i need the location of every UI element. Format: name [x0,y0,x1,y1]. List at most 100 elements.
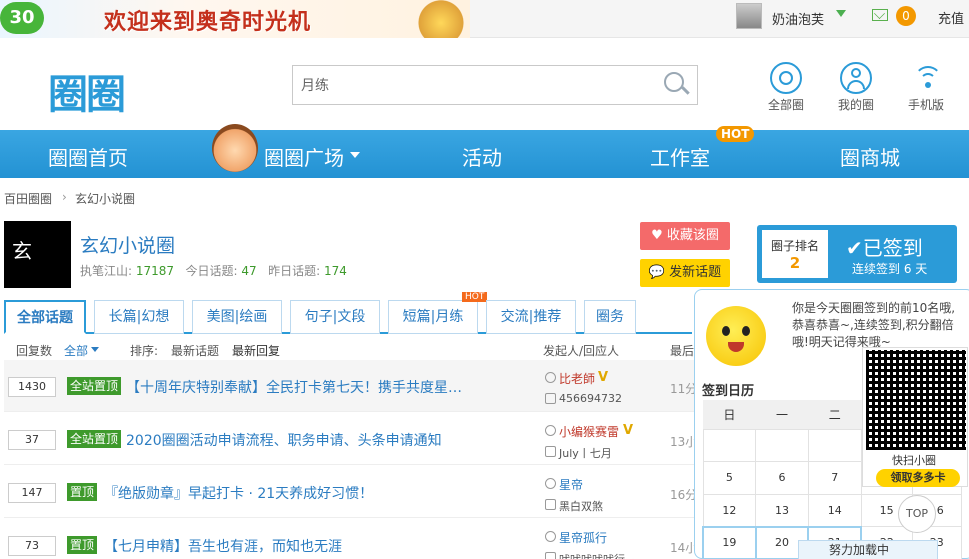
last-replier[interactable]: July丨七月 [559,445,612,461]
comment-icon [545,499,556,510]
stat-label: 昨日话题: [268,264,321,278]
site-logo[interactable]: 圈圈 [48,62,126,120]
mobile-label[interactable]: 手机版 [896,96,956,113]
search-icon[interactable] [664,72,684,92]
rank-box: 圈子排名 2 [762,230,828,278]
filter-dropdown[interactable]: 全部 [64,342,88,359]
claim-card-button[interactable]: 领取多多卡 [876,469,960,487]
pinned-badge: 置顶 [67,536,98,554]
favorite-label: 收藏该圈 [666,228,719,243]
loading-label: 努力加载中 [829,543,890,557]
col-author: 发起人/回应人 [543,344,620,358]
weekday: 日 [703,400,756,430]
calendar-day: 13 [755,493,809,528]
calendar-day-signed: 19 [702,525,757,559]
tab-short-monthly[interactable]: 短篇|月练 [388,300,478,334]
sort-latest-reply[interactable]: 最新回复 [232,342,280,359]
banner-character-image [412,0,470,38]
sort-latest-topic[interactable]: 最新话题 [171,342,219,359]
breadcrumb-current[interactable]: 玄幻小说圈 [75,190,135,207]
tab-all[interactable]: 全部话题 [4,300,86,334]
topic-title[interactable]: 2020圈圈活动申请流程、职务申请、头条申请通知 [126,430,442,450]
all-circles-icon[interactable] [770,62,802,94]
mail-icon[interactable] [872,9,888,21]
user-icon[interactable] [840,62,872,94]
recharge-link[interactable]: 充值 [938,8,964,27]
smiley-icon [706,306,766,366]
tab-art[interactable]: 美图|绘画 [192,300,282,334]
last-replier[interactable]: 黑白双煞 [559,498,603,514]
stat-value: 174 [324,264,347,278]
search-input[interactable] [301,74,651,96]
stat-value: 47 [241,264,257,278]
last-replier[interactable]: 吠吠吠吠吠行~ [559,551,634,559]
topic-author[interactable]: 星帝 [559,476,583,493]
topic-author[interactable]: 小编猴赛雷 [559,423,619,440]
comment-icon [545,393,556,404]
mascot-icon [212,124,258,172]
comment-icon [545,446,556,457]
favorite-circle-button[interactable]: ♥ 收藏该圈 [640,222,730,250]
qr-label: 快扫小圈 [892,454,936,467]
user-icon [545,478,556,489]
nav-shop[interactable]: 圈商城 [840,142,900,171]
reply-count: 1430 [8,377,56,397]
col-last: 最后 [670,344,695,358]
user-avatar[interactable] [736,3,762,29]
topic-title[interactable]: 【十周年庆特别奉献】全民打卡第七天！携手共度星… [126,377,462,397]
weekday: 二 [808,400,862,430]
calendar-day: 5 [702,461,757,495]
weekday: 一 [755,400,809,430]
topic-author[interactable]: 星帝孤行 [559,529,607,546]
tab-affairs[interactable]: 圈务 [584,300,636,334]
signed-status: ✔已签到 [846,232,923,261]
back-to-top-button[interactable]: TOP [898,495,936,533]
pinned-badge: 全站置顶 [67,377,122,395]
col-reply-count: 回复数 [16,344,53,358]
popup-message: 你是今天圈圈签到的前10名哦,恭喜恭喜~,连续签到,积分翻倍哦!明天记得来哦~ [792,301,956,349]
signed-label: 已签到 [862,236,923,260]
topic-author[interactable]: 比老師 [559,370,595,387]
nav-home[interactable]: 圈圈首页 [48,142,128,171]
chevron-down-icon[interactable] [836,10,846,17]
search-box [292,65,698,105]
loading-bar: 努力加载中 [798,540,938,559]
reply-count: 147 [8,483,56,503]
pinned-badge: 全站置顶 [67,430,122,448]
wifi-icon[interactable] [912,62,944,94]
tab-sentences[interactable]: 句子|文段 [290,300,380,334]
check-icon: ✔ [846,236,863,260]
nav-activity[interactable]: 活动 [462,142,502,171]
breadcrumb-home[interactable]: 百田圈圈 [4,190,52,207]
banner-slogan: 欢迎来到奥奇时光机 [104,10,312,35]
nav-plaza[interactable]: 圈圈广场 [264,142,344,171]
nav-studio[interactable]: 工作室 [650,142,710,171]
calendar-day: 12 [702,493,757,528]
topic-title[interactable]: 『绝版勋章』早起打卡 · 21天养成好习惯！ [104,483,373,503]
calendar-day [755,428,809,463]
circle-avatar[interactable]: 玄 [4,221,71,288]
verified-badge: V [598,370,609,385]
chevron-down-icon[interactable] [350,152,360,158]
banner-logo: 30 [0,2,44,34]
message-count-badge[interactable]: 0 [896,6,916,26]
my-circles-label[interactable]: 我的圈 [826,96,886,113]
calendar-day: 14 [807,493,862,528]
calendar-day: 7 [807,461,862,495]
calendar-title: 签到日历 [702,384,755,399]
tab-long-fantasy[interactable]: 长篇|幻想 [94,300,184,334]
circle-name[interactable]: 玄幻小说圈 [80,231,175,258]
topic-title[interactable]: 【七月申精】吾生也有涯，而知也无涯 [104,536,342,556]
hot-badge: HOT [716,126,755,142]
user-icon [545,425,556,436]
last-replier[interactable]: 456694732 [559,392,622,405]
username[interactable]: 奶油泡芙 [772,9,824,28]
top-banner[interactable]: 30 欢迎来到奥奇时光机 [0,0,470,38]
tab-exchange[interactable]: 交流|推荐 [486,300,576,334]
new-topic-button[interactable]: 💬 发新话题 [640,259,730,287]
new-topic-label: 发新话题 [669,265,722,280]
all-circles-label[interactable]: 全部圈 [756,96,816,113]
calendar-day [702,428,757,463]
circle-stats: 执笔江山: 17187 今日话题: 47 昨日话题: 174 [80,262,347,279]
chevron-down-icon[interactable] [91,347,99,352]
